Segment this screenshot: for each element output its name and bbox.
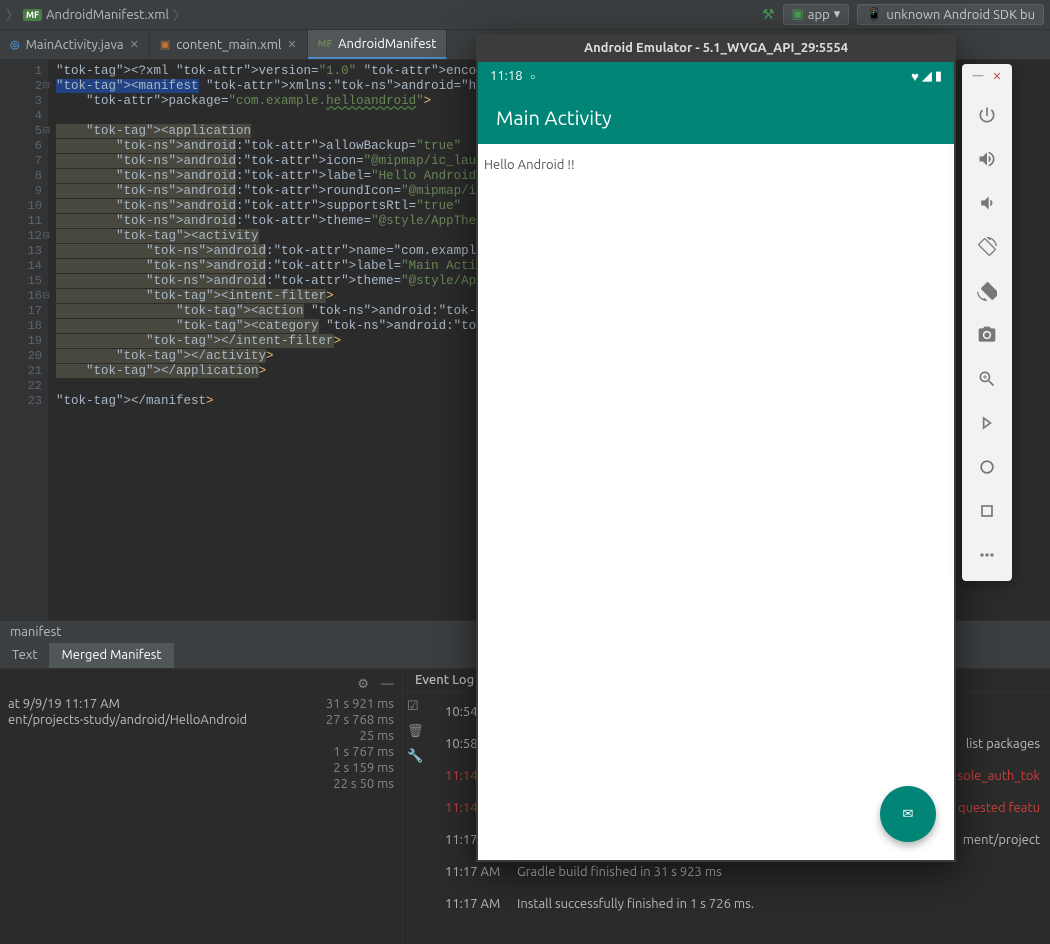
tab-mainactivity[interactable]: ◎ MainActivity.java ✕	[0, 30, 150, 59]
apps-icon: ▫	[531, 69, 536, 84]
tick-icon[interactable]: ☑	[407, 699, 431, 714]
volume-down-icon[interactable]	[962, 181, 1012, 225]
manifest-icon: MF	[318, 38, 333, 49]
status-right: ♥ ◢ ▮	[911, 69, 942, 84]
back-icon[interactable]	[962, 401, 1012, 445]
status-bar: 11:18 ▫ ♥ ◢ ▮	[478, 62, 954, 90]
breadcrumb-sep: 〉	[6, 5, 19, 24]
mail-icon: ✉	[903, 807, 914, 822]
emulator-toolbar: — ✕	[962, 64, 1012, 581]
build-label: ent/projects-study/android/HelloAndroid	[8, 713, 247, 727]
volume-up-icon[interactable]	[962, 137, 1012, 181]
chevron-down-icon: ▾	[834, 7, 841, 22]
java-icon: ◎	[10, 38, 20, 51]
manifest-badge: MF	[23, 9, 42, 21]
overview-icon[interactable]	[962, 489, 1012, 533]
tab-merged-manifest[interactable]: Merged Manifest	[49, 643, 173, 668]
fab-button[interactable]: ✉	[880, 786, 936, 842]
event-toolbar: ☑ 🗑 🔧	[407, 699, 431, 764]
run-config-dropdown[interactable]: ▣ app ▾	[783, 4, 850, 25]
event-msg-right: list packages	[966, 737, 1040, 751]
tab-text[interactable]: Text	[0, 643, 49, 668]
body-text: Hello Android !!	[484, 158, 575, 172]
emulator-window[interactable]: Android Emulator - 5.1_WVGA_API_29:5554 …	[476, 34, 956, 862]
app-bar: Main Activity	[478, 90, 954, 144]
event-msg-right: sole_auth_tok	[958, 769, 1041, 783]
tab-label: content_main.xml	[176, 38, 281, 52]
build-row: at 9/9/19 11:17 AM 31 s 921 ms	[8, 696, 394, 712]
power-icon[interactable]	[962, 93, 1012, 137]
top-toolbar: 〉 MF AndroidManifest.xml 〉 ⚒ ▣ app ▾ 📱 u…	[0, 0, 1050, 30]
breadcrumb: 〉 MF AndroidManifest.xml 〉	[6, 5, 186, 24]
event-msg: Install successfully finished in 1 s 726…	[517, 897, 754, 911]
app-title: Main Activity	[496, 106, 612, 129]
breadcrumb-sep: 〉	[173, 5, 186, 24]
build-panel-toolbar: ⚙ —	[8, 673, 394, 696]
event-msg-right: ment/project	[963, 833, 1040, 847]
rotate-left-icon[interactable]	[962, 225, 1012, 269]
run-config-label: app	[808, 8, 830, 22]
close-icon[interactable]: ✕	[287, 38, 296, 51]
rotate-right-icon[interactable]	[962, 269, 1012, 313]
fold-icon[interactable]: ⊟	[42, 289, 50, 304]
wifi-icon: ♥	[911, 69, 919, 84]
xml-icon: ▣	[160, 38, 170, 51]
close-icon[interactable]: ✕	[130, 38, 139, 51]
build-row: 22 s 50 ms	[8, 776, 394, 792]
build-row: 1 s 767 ms	[8, 744, 394, 760]
event-msg-right: quested featu	[958, 801, 1040, 815]
battery-icon: ▮	[935, 69, 942, 84]
app-body[interactable]: Hello Android !! ✉	[478, 144, 954, 860]
emulator-screen[interactable]: 11:18 ▫ ♥ ◢ ▮ Main Activity Hello Androi…	[478, 62, 954, 860]
build-panel: ⚙ — at 9/9/19 11:17 AM31 s 921 msent/pro…	[0, 669, 402, 944]
delete-icon[interactable]: 🗑	[407, 724, 431, 739]
gutter: 1234567891011121314151617181920212223 ⊟ …	[0, 60, 48, 620]
tab-label: MainActivity.java	[26, 38, 124, 52]
event-row: 11:17 AM Install successfully finished in…	[445, 888, 1040, 920]
emulator-title: Android Emulator - 5.1_WVGA_API_29:5554	[476, 34, 956, 62]
build-row: 25 ms	[8, 728, 394, 744]
minimize-icon[interactable]: —	[972, 70, 983, 83]
gear-icon[interactable]: ⚙	[357, 677, 369, 692]
breadcrumb-file: AndroidManifest.xml	[46, 8, 169, 22]
build-time: 2 s 159 ms	[333, 761, 394, 775]
build-row: 2 s 159 ms	[8, 760, 394, 776]
more-icon[interactable]	[962, 533, 1012, 577]
device-dropdown[interactable]: 📱 unknown Android SDK bu	[857, 4, 1044, 25]
tab-label: AndroidManifest	[338, 37, 436, 51]
build-time: 25 ms	[359, 729, 394, 743]
event-time: 11:17 AM	[445, 897, 507, 911]
build-icon[interactable]: ⚒	[762, 6, 775, 23]
minimize-icon[interactable]: —	[381, 677, 394, 692]
event-msg: Gradle build finished in 31 s 923 ms	[517, 865, 722, 879]
build-time: 27 s 768 ms	[326, 713, 394, 727]
close-icon[interactable]: ✕	[992, 70, 1001, 83]
android-icon: ▣	[792, 7, 804, 22]
wrench-icon[interactable]: 🔧	[407, 749, 431, 764]
status-time: 11:18	[490, 69, 523, 83]
build-time: 1 s 767 ms	[333, 745, 394, 759]
device-icon: 📱	[866, 7, 882, 22]
camera-icon[interactable]	[962, 313, 1012, 357]
breadcrumb-node: manifest	[10, 625, 61, 639]
fold-icon[interactable]: ⊟	[42, 79, 50, 94]
toolbar-right: ⚒ ▣ app ▾ 📱 unknown Android SDK bu	[762, 4, 1044, 25]
signal-icon: ◢	[922, 69, 932, 84]
device-label: unknown Android SDK bu	[886, 8, 1035, 22]
event-time: 11:17 AM	[445, 865, 507, 879]
fold-icon[interactable]: ⊟	[42, 124, 50, 139]
build-time: 22 s 50 ms	[333, 777, 394, 791]
build-time: 31 s 921 ms	[326, 697, 394, 711]
build-label: at 9/9/19 11:17 AM	[8, 697, 120, 711]
home-icon[interactable]	[962, 445, 1012, 489]
build-list: at 9/9/19 11:17 AM31 s 921 msent/project…	[8, 696, 394, 792]
build-row: ent/projects-study/android/HelloAndroid 2…	[8, 712, 394, 728]
fold-icon[interactable]: ⊟	[42, 229, 50, 244]
zoom-icon[interactable]	[962, 357, 1012, 401]
tab-manifest[interactable]: MF AndroidManifest	[308, 30, 448, 59]
tab-content-main[interactable]: ▣ content_main.xml ✕	[150, 30, 308, 59]
